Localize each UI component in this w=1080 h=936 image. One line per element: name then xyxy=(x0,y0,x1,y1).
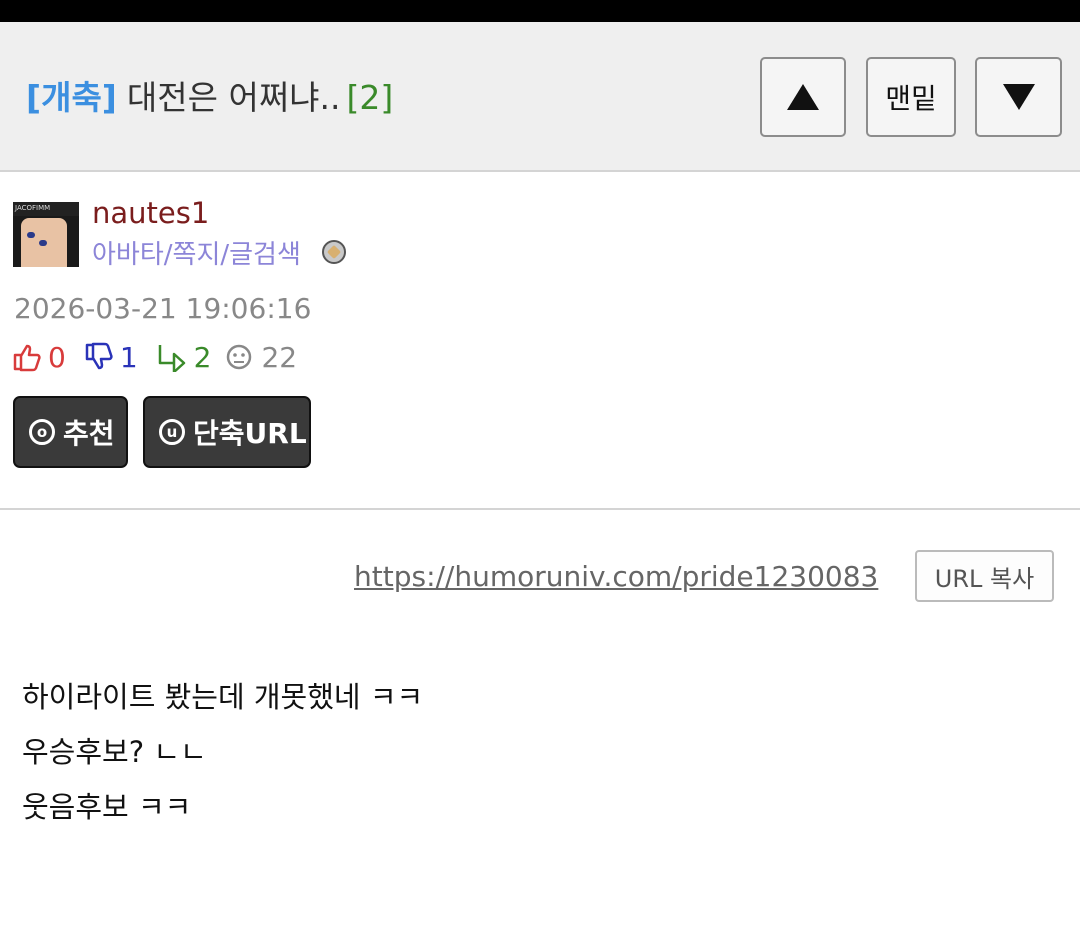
avatar-text: JACOFIMM xyxy=(15,204,51,212)
thumbs-up-icon xyxy=(13,344,41,372)
content-line: 우승후보? ㄴㄴ xyxy=(22,735,207,769)
post-date: 2026-03-21 19:06:16 xyxy=(14,292,312,325)
recommend-circle-icon: o xyxy=(29,419,55,445)
scroll-down-button[interactable] xyxy=(975,57,1062,137)
recommend-count: 0 xyxy=(48,340,66,374)
thumbs-down-icon xyxy=(85,342,113,370)
short-url-label: 단축URL xyxy=(193,417,307,450)
content-line: 웃음후보 ㅋㅋ xyxy=(22,790,192,824)
post-header: [개축] 대전은 어쩌냐.. [2] 맨밑 xyxy=(0,22,1080,172)
views-face-icon xyxy=(227,344,252,370)
oppose-count: 1 xyxy=(119,340,138,374)
recommend-label: 추천 xyxy=(63,417,115,450)
view-count: 22 xyxy=(261,340,298,374)
url-copy-button[interactable]: URL 복사 xyxy=(915,550,1054,602)
arrow-up-icon xyxy=(787,84,819,110)
status-bar xyxy=(0,0,1080,22)
post-stats: 0 1 2 22 xyxy=(12,340,297,374)
recommend-button[interactable]: o 추천 xyxy=(13,396,128,468)
post-subject: 대전은 어쩌냐.. xyxy=(126,78,341,117)
member-level-icon xyxy=(322,240,346,264)
scroll-bottom-button[interactable]: 맨밑 xyxy=(866,57,956,137)
comment-count[interactable]: [2] xyxy=(347,78,394,117)
section-divider xyxy=(0,508,1080,510)
post-content: 하이라이트 봤는데 개못했네 ㅋㅋ 우승후보? ㄴㄴ 웃음후보 ㅋㅋ xyxy=(22,670,423,835)
avatar[interactable]: JACOFIMM xyxy=(13,202,79,267)
arrow-down-icon xyxy=(1002,84,1035,110)
reply-count: 2 xyxy=(193,340,212,374)
author-links[interactable]: 아바타/쪽지/글검색 xyxy=(92,234,301,271)
short-url-button[interactable]: u 단축URL xyxy=(143,396,311,468)
content-line: 하이라이트 봤는데 개못했네 ㅋㅋ xyxy=(22,680,424,714)
category-tag[interactable]: [개축] xyxy=(26,78,117,117)
scroll-top-button[interactable] xyxy=(760,57,846,137)
scroll-bottom-label: 맨밑 xyxy=(885,82,937,115)
short-url-circle-icon: u xyxy=(159,419,185,445)
post-title: [개축] 대전은 어쩌냐.. [2] xyxy=(26,76,393,120)
author-nickname[interactable]: nautes1 xyxy=(92,196,209,230)
reply-arrow-icon xyxy=(158,345,185,372)
post-url-link[interactable]: https://humoruniv.com/pride1230083 xyxy=(354,560,878,593)
